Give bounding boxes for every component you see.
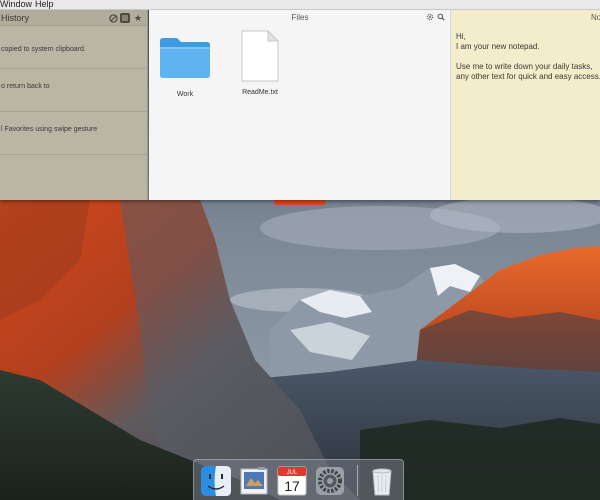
history-entry-text: l Favorites using swipe gesture [1,126,98,133]
system-preferences-icon[interactable] [314,465,346,497]
files-title: Files [291,13,309,22]
dock-separator [357,465,358,496]
gear-icon[interactable] [426,13,434,21]
search-icon[interactable] [437,13,445,21]
menu-help[interactable]: Help [35,0,54,9]
dock: JUL 17 [193,459,404,500]
clipboard-history-pane: History ★ copied to system clipboard. o … [0,10,148,200]
history-entry[interactable]: o return back to [0,69,147,112]
menu-window[interactable]: Window [0,0,32,9]
history-entry[interactable]: copied to system clipboard. [0,26,147,69]
note-line: Hi, [456,32,466,41]
svg-text:17: 17 [284,478,300,494]
note-line [456,52,600,62]
note-line: any other text for quick and easy access… [456,72,600,81]
history-entry[interactable]: l Favorites using swipe gesture [0,112,147,155]
history-entry[interactable] [0,155,147,198]
document-icon [241,29,280,82]
file-label: Work [176,91,194,98]
preview-icon[interactable] [238,465,270,497]
calendar-icon[interactable]: JUL 17 [276,465,308,497]
notes-title: No [591,13,600,22]
favorites-star-icon[interactable]: ★ [133,13,143,23]
svg-text:JUL: JUL [287,470,298,476]
clear-history-icon[interactable] [108,13,118,23]
note-line: Use me to write down your daily tasks, [456,62,593,71]
finder-icon[interactable] [200,465,232,497]
folder-icon [160,38,210,78]
list-view-icon[interactable] [120,13,130,23]
history-list: copied to system clipboard. o return bac… [0,26,147,198]
history-header: History ★ [0,10,147,26]
file-item-readme[interactable]: ReadMe.txt [225,29,295,96]
files-pane: Files Work ReadMe.txt [149,10,451,200]
menu-bar: Window Help [0,0,600,10]
notes-textarea[interactable]: Hi, I am your new notepad. Use me to wri… [456,32,600,82]
file-item-work[interactable]: Work [150,35,220,98]
trash-icon[interactable] [366,465,398,497]
notes-pane: No Hi, I am your new notepad. Use me to … [451,10,600,200]
note-line: I am your new notepad. [456,42,540,51]
history-entry-text: o return back to [1,83,50,90]
unclutter-panel: History ★ copied to system clipboard. o … [0,10,600,200]
history-entry-text: copied to system clipboard. [1,46,86,53]
file-label: ReadMe.txt [242,89,278,96]
history-title: History [1,13,30,23]
panel-handle[interactable] [274,200,326,205]
